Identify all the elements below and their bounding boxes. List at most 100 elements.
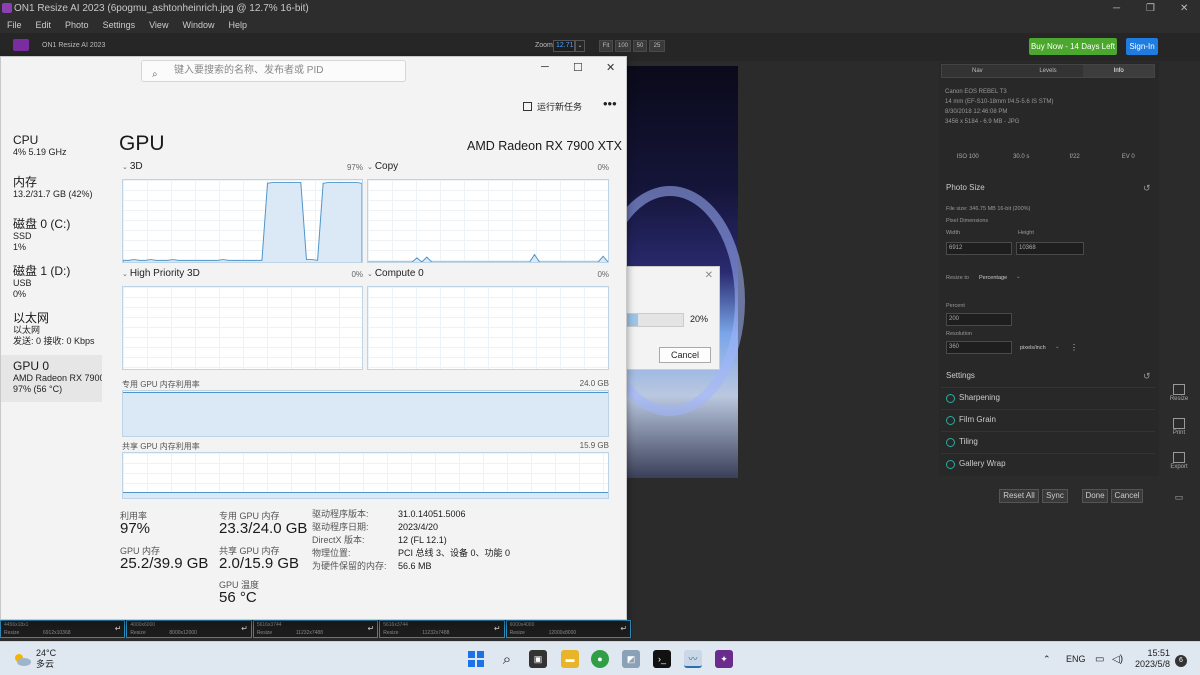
filmstrip-back-icon[interactable]: ↵ <box>368 625 375 633</box>
filmstrip-result: 8000x12000 <box>169 630 197 636</box>
zoom-input[interactable]: 12.71 <box>553 40 575 52</box>
sign-in-button[interactable]: Sign-In <box>1126 38 1158 55</box>
filmstrip-item[interactable]: 6000x4000 Resize ↵ 12000x8000 <box>505 620 632 638</box>
filmstrip-item[interactable]: 5616x3744 Resize ↵ 11232x7488 <box>252 620 379 638</box>
photos-app-icon[interactable]: ◩ <box>622 650 640 668</box>
res-unit-chevron-icon[interactable]: ⌄ <box>1055 344 1060 350</box>
setting-gallery-wrap[interactable]: Gallery Wrap <box>941 453 1155 473</box>
resize-to-select[interactable]: Percentage <box>979 275 1007 281</box>
percent-field[interactable]: 200 <box>946 313 1012 326</box>
zoom-100-button[interactable]: 100 <box>615 40 631 52</box>
search-placeholder: 键入要搜索的名称、发布者或 PID <box>174 65 324 76</box>
height-field[interactable]: 10368 <box>1016 242 1084 255</box>
panel-toggle-icon[interactable]: ▭ <box>1166 492 1192 503</box>
zoom-50-button[interactable]: 50 <box>633 40 647 52</box>
close-icon[interactable]: ✕ <box>1180 0 1188 17</box>
menu-settings[interactable]: Settings <box>96 17 143 33</box>
menu-edit[interactable]: Edit <box>29 17 59 33</box>
menu-help[interactable]: Help <box>221 17 254 33</box>
app-logo-icon <box>2 3 12 13</box>
filmstrip-back-icon[interactable]: ↵ <box>494 625 501 633</box>
zoom-fit-button[interactable]: Fit <box>599 40 613 52</box>
menu-window[interactable]: Window <box>175 17 221 33</box>
tm-close-icon[interactable]: ✕ <box>606 61 615 74</box>
engine-compute-label[interactable]: Compute 0 <box>367 268 424 279</box>
width-field[interactable]: 6912 <box>946 242 1012 255</box>
zoom-dropdown-icon[interactable]: ⌄ <box>575 40 585 52</box>
nav-ethernet[interactable]: 以太网 以太网 发送: 0 接收: 0 Kbps <box>1 311 102 347</box>
nav-disk-0[interactable]: 磁盘 0 (C:) SSD 1% <box>1 217 102 253</box>
filmstrip-original: 5616x3744 <box>256 622 282 628</box>
on1-resize-taskbar-icon[interactable]: ✦ <box>715 650 733 668</box>
nav-memory[interactable]: 内存 13.2/31.7 GB (42%) <box>1 175 102 200</box>
resolution-label: Resolution <box>946 331 972 337</box>
task-manager-icon[interactable]: 〰 <box>684 650 702 668</box>
side-print[interactable]: Print <box>1166 418 1192 436</box>
tm-minimize-icon[interactable]: ─ <box>541 61 549 73</box>
network-icon[interactable]: ▭ <box>1095 654 1104 665</box>
util-value: 97% <box>120 520 151 537</box>
tray-overflow-icon[interactable]: ⌃ <box>1043 654 1051 665</box>
dialog-cancel-button[interactable]: Cancel <box>659 347 711 363</box>
task-view-icon[interactable]: ▣ <box>529 650 547 668</box>
photo-size-reset-icon[interactable]: ↺ <box>1143 183 1151 194</box>
tab-info[interactable]: Info <box>1083 65 1155 77</box>
filmstrip-back-icon[interactable]: ↵ <box>241 625 248 633</box>
menu-view[interactable]: View <box>142 17 175 33</box>
zoom-25-button[interactable]: 25 <box>649 40 665 52</box>
dialog-close-icon[interactable]: ✕ <box>705 270 713 281</box>
menu-file[interactable]: File <box>0 17 29 33</box>
resize-to-chevron-icon[interactable]: ⌄ <box>1016 274 1021 280</box>
filmstrip-item[interactable]: 4456x18x1 Resize ↵ 6912x10368 <box>0 620 126 638</box>
filmstrip-back-icon[interactable]: ↵ <box>620 625 627 633</box>
detail-value: 12 (FL 12.1) <box>398 535 447 545</box>
setting-sharpening[interactable]: Sharpening <box>941 387 1155 407</box>
photo-size-title: Photo Size <box>946 183 985 192</box>
start-icon[interactable] <box>467 650 485 668</box>
minimize-icon[interactable]: ─ <box>1113 0 1120 17</box>
sync-button[interactable]: Sync <box>1042 489 1068 503</box>
nav-disk-1[interactable]: 磁盘 1 (D:) USB 0% <box>1 264 102 300</box>
notification-badge[interactable]: 6 <box>1175 655 1187 667</box>
setting-tiling[interactable]: Tiling <box>941 431 1155 451</box>
settings-reset-icon[interactable]: ↺ <box>1143 371 1151 382</box>
run-new-task-button[interactable]: 运行新任务 <box>523 100 582 113</box>
side-export[interactable]: Export <box>1166 452 1192 470</box>
buy-now-button[interactable]: Buy Now - 14 Days Left <box>1029 38 1117 55</box>
terminal-icon[interactable]: ›_ <box>653 650 671 668</box>
engine-copy-label[interactable]: Copy <box>367 161 398 172</box>
menu-photo[interactable]: Photo <box>58 17 96 33</box>
reset-all-button[interactable]: Reset All <box>999 489 1039 503</box>
resolution-field[interactable]: 360 <box>946 341 1012 354</box>
setting-film-grain[interactable]: Film Grain <box>941 409 1155 429</box>
file-explorer-icon[interactable]: ▬ <box>561 650 579 668</box>
volume-icon[interactable]: ◁) <box>1112 654 1123 665</box>
filmstrip-original: 5616x3744 <box>383 622 408 628</box>
side-resize-label: Resize <box>1169 396 1189 402</box>
weather-icon[interactable] <box>12 651 32 667</box>
engine-3d-label[interactable]: 3D <box>122 161 143 172</box>
tab-nav[interactable]: Nav <box>942 65 1013 77</box>
filmstrip-back-icon[interactable]: ↵ <box>115 625 122 633</box>
side-resize[interactable]: Resize <box>1166 384 1192 402</box>
more-icon[interactable]: ••• <box>603 96 617 111</box>
filmstrip-item[interactable]: 5616x3744 Resize ↵ 11232x7488 <box>379 620 505 638</box>
nav-gpu-0[interactable]: GPU 0AMD Radeon RX 7900 XTX97% (56 °C) <box>1 355 102 402</box>
filmstrip-item[interactable]: 4000x6000 Resize ↵ 8000x12000 <box>126 620 252 638</box>
system-clock[interactable]: 15:51 2023/5/8 <box>1134 648 1170 670</box>
engine-hp3d-label[interactable]: High Priority 3D <box>122 268 200 279</box>
language-indicator[interactable]: ENG <box>1066 654 1086 664</box>
tm-maximize-icon[interactable]: ☐ <box>573 61 583 74</box>
taskbar-search-icon[interactable]: ⌕ <box>498 650 516 668</box>
resolution-unit-select[interactable]: pixels/inch <box>1020 345 1046 351</box>
maximize-icon[interactable]: ❐ <box>1146 0 1155 17</box>
more-options-icon[interactable]: ⋮ <box>1070 343 1078 352</box>
weather-widget[interactable]: 24°C 多云 <box>36 648 56 670</box>
tab-levels[interactable]: Levels <box>1012 65 1084 77</box>
done-button[interactable]: Done <box>1082 489 1108 503</box>
nav-cpu[interactable]: CPU 4% 5.19 GHz <box>1 133 102 158</box>
chrome-icon[interactable]: ● <box>591 650 609 668</box>
filmstrip-result: 6912x10368 <box>43 630 71 636</box>
search-input[interactable]: ⌕ 键入要搜索的名称、发布者或 PID <box>141 60 406 82</box>
cancel-button[interactable]: Cancel <box>1111 489 1143 503</box>
